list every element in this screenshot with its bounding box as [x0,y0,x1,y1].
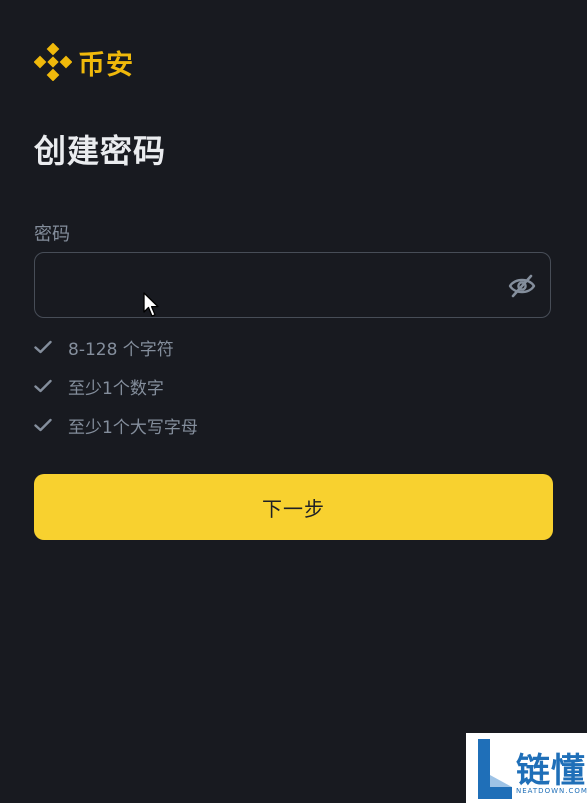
page-title: 创建密码 [34,132,167,170]
requirement-text: 至少1个数字 [68,378,164,399]
watermark-mark-icon [478,739,512,799]
requirement-item: 8-128 个字符 [34,334,198,360]
requirement-text: 至少1个大写字母 [68,417,198,438]
password-label: 密码 [34,224,70,245]
eye-slash-icon[interactable] [508,273,536,299]
next-button[interactable]: 下一步 [34,474,553,540]
watermark-subtext: NEATDOWN.COM [516,787,587,795]
password-field-container [34,252,551,318]
mouse-cursor-icon [143,292,159,317]
binance-logo-icon [34,43,72,81]
password-requirements: 8-128 个字符 至少1个数字 至少1个大写字母 [34,334,198,451]
requirement-item: 至少1个数字 [34,373,198,399]
watermark-logo: 链懂 NEATDOWN.COM [466,733,587,803]
brand-name: 币安 [78,49,134,81]
check-icon [34,340,52,354]
watermark-text: 链懂 [516,751,586,791]
check-icon [34,379,52,393]
password-input[interactable] [35,253,495,317]
brand-logo: 币安 [34,43,134,81]
requirement-text: 8-128 个字符 [68,339,174,360]
check-icon [34,418,52,432]
requirement-item: 至少1个大写字母 [34,412,198,438]
